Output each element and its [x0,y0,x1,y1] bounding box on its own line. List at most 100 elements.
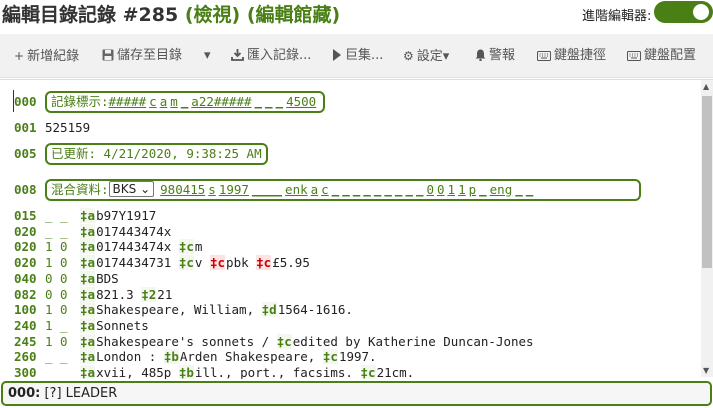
f008-position[interactable]: _ [332,182,340,197]
subfield-value[interactable]: v [195,255,203,270]
leader-widget[interactable]: 記錄標示:##### c a m _ a22##### _ _ _ 4500 [45,91,326,113]
field-indicators[interactable]: _ _ [45,365,68,379]
import-record-button[interactable]: 匯入記錄... [231,34,311,78]
field-content[interactable]: ‡aBDS [80,270,119,286]
subfield-value[interactable]: edited by Katherine Duncan-Jones [293,334,534,349]
leader-position[interactable]: a [160,94,168,109]
subfield-code[interactable]: ‡a [80,365,96,379]
field-row-260[interactable]: 260 _ _ ‡aLondon : ‡bArden Shakespeare, ‡c… [0,349,700,365]
subfield-code[interactable]: ‡a [80,208,96,223]
alerts-button[interactable]: 警報 [475,34,515,78]
subfield-value[interactable]: ill., port., facsims. [195,365,353,379]
field-row-040[interactable]: 040 0 0 ‡aBDS [0,270,700,287]
field-content[interactable]: ‡a017443474x [80,223,171,239]
field-row-300[interactable]: 300 _ _ ‡axvii, 485p ‡bill., port., facsim… [0,365,700,379]
field-content[interactable]: ‡aLondon : ‡bArden Shakespeare, ‡c1997. [80,349,377,365]
f008-position[interactable]: _ [353,182,361,197]
subfield-value[interactable]: m [195,239,203,254]
subfield-code[interactable]: ‡c [209,255,226,271]
macros-button[interactable]: 巨集... [332,34,383,78]
f008-position[interactable]: c [321,182,329,197]
subfield-value[interactable]: Shakespeare's sonnets / [96,334,269,349]
field-content[interactable]: ‡a821.3 ‡221 [80,286,172,302]
subfield-code[interactable]: ‡d [261,302,277,318]
subfield-value[interactable]: Arden Shakespeare, [180,349,315,364]
field-content[interactable]: ‡aSonnets [80,317,149,333]
f008-position[interactable]: _ [515,182,523,197]
keyboard-shortcuts-button[interactable]: 鍵盤捷徑 [537,34,606,78]
settings-button[interactable]: ⚙ 設定▾ [403,34,449,78]
fixed-data-widget[interactable]: 混合資料: BKS ⌄ 980415 s 1997 ____ enk a c _ _ _ _ _ _ _ _ _ 0… [45,179,641,201]
subfield-value[interactable]: 1564-1616. [278,302,353,317]
f008-position[interactable]: eng [490,182,513,197]
leader-position[interactable]: _ [181,94,189,109]
subfield-value[interactable]: 21cm. [377,365,415,379]
scrollbar-thumb[interactable] [702,96,712,268]
subfield-value[interactable]: Shakespeare, William, [96,302,254,317]
field-content[interactable]: ‡a0174434731 ‡cv ‡cpbk ‡c£5.95 [80,255,310,271]
new-record-button[interactable]: + 新增紀錄 [14,34,79,78]
keyboard-layout-button[interactable]: 鍵盤配置 [627,34,696,78]
field-row-082[interactable]: 082 0 0 ‡a821.3 ‡221 [0,286,700,303]
f008-position[interactable]: _ [342,182,350,197]
subfield-code[interactable]: ‡a [80,333,96,349]
help-link[interactable]: [?] [44,386,61,401]
field-row-245[interactable]: 245 1 0 ‡aShakespeare's sonnets / ‡cedited… [0,333,700,350]
subfield-code[interactable]: ‡c [256,255,272,271]
field-indicators[interactable]: _ _ [45,224,68,239]
f008-position[interactable]: _ [384,182,392,197]
subfield-value[interactable]: xvii, 485p [96,365,171,379]
field-indicators[interactable]: 1 0 [45,239,68,254]
f008-position[interactable]: s [208,182,216,197]
subfield-code[interactable]: ‡c [178,255,194,271]
field-indicators[interactable]: _ _ [45,349,68,364]
subfield-value[interactable]: 821.3 [96,287,134,302]
leader-position[interactable]: a22##### [191,94,251,109]
subfield-value[interactable]: BDS [96,271,119,286]
subfield-code[interactable]: ‡a [80,302,96,318]
field-row-001[interactable]: 001 525159 [0,120,700,136]
field-indicators[interactable]: 0 0 [45,287,68,302]
f008-position[interactable]: p [469,182,477,197]
field-content[interactable]: ‡a017443474x ‡cm [80,239,203,255]
subfield-code[interactable]: ‡a [80,255,96,271]
field-content[interactable]: ‡aShakespeare, William, ‡d1564-1616. [80,302,353,318]
leader-position[interactable]: ##### [109,94,147,109]
f008-position[interactable]: 1 [458,182,466,197]
field-row-020[interactable]: 020 _ _ ‡a017443474x [0,223,700,240]
subfield-value[interactable]: 21 [157,287,172,302]
f008-position[interactable]: enk [285,182,308,197]
scroll-down-arrow-icon[interactable]: ▼ [703,366,709,375]
leader-position[interactable]: 4500 [286,94,316,109]
field-indicators[interactable]: 1 0 [45,255,68,270]
subfield-value[interactable]: 017443474x [96,239,171,254]
subfield-code[interactable]: ‡a [80,239,96,255]
subfield-code[interactable]: ‡a [80,317,96,333]
leader-position[interactable]: _ [276,94,284,109]
control-field-value[interactable]: 525159 [45,120,90,135]
f008-position[interactable]: _ [395,182,403,197]
subfield-code[interactable]: ‡c [276,333,292,349]
f008-position[interactable]: _ [374,182,382,197]
field-indicators[interactable]: 1 0 [45,334,68,349]
subfield-value[interactable]: pbk [226,255,249,270]
leader-position[interactable]: m [170,94,178,109]
f008-position[interactable]: 0 [437,182,445,197]
f008-position[interactable]: a [311,182,319,197]
save-to-catalog-button[interactable]: 儲存至目錄 [102,34,182,78]
f008-position[interactable]: _ [479,182,487,197]
field-content[interactable]: ‡ab97Y1917 [80,208,156,223]
subfield-value[interactable]: Sonnets [96,318,149,333]
marc-editor[interactable]: 000 記錄標示:##### c a m _ a22##### _ _ _ 4500 001 52… [0,79,713,379]
subfield-code[interactable]: ‡a [80,270,96,286]
f008-position[interactable]: _ [405,182,413,197]
f008-position[interactable]: 980415 [160,182,205,197]
field-indicators[interactable]: _ _ [45,208,68,223]
subfield-code[interactable]: ‡b [178,365,194,379]
field-row-020[interactable]: 020 1 0 ‡a0174434731 ‡cv ‡cpbk ‡c£5.95 [0,255,700,271]
field-indicators[interactable]: 1 0 [45,302,68,317]
f008-position[interactable]: ____ [252,182,282,197]
field-content[interactable]: ‡axvii, 485p ‡bill., port., facsims. ‡c2… [80,365,414,379]
subfield-code[interactable]: ‡c [360,365,376,379]
subfield-value[interactable]: 1997. [339,349,377,364]
